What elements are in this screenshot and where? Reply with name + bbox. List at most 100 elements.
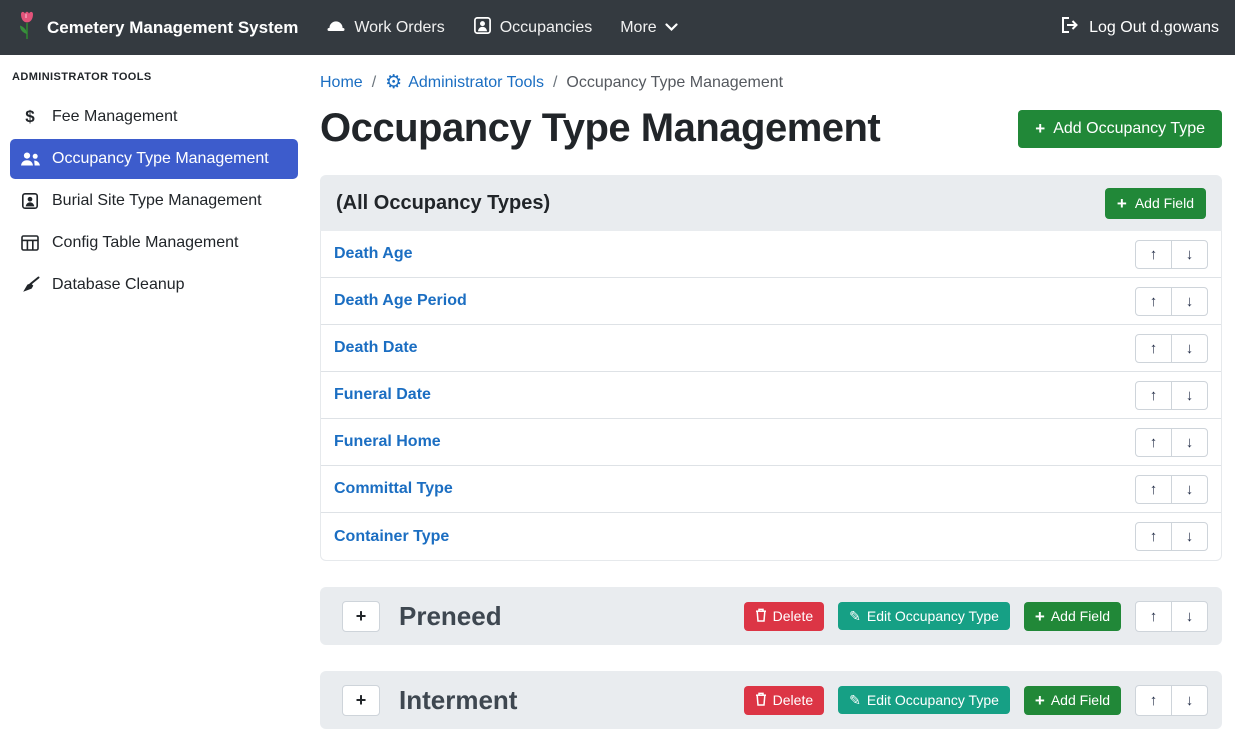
up-arrow-icon: ↑ bbox=[1150, 481, 1158, 498]
expand-section-button[interactable]: + bbox=[342, 601, 380, 632]
edit-occupancy-type-button[interactable]: ✎ Edit Occupancy Type bbox=[838, 686, 1010, 714]
move-down-button[interactable]: ↓ bbox=[1171, 522, 1208, 551]
move-up-button[interactable]: ↑ bbox=[1135, 522, 1172, 551]
nav-work-orders-label: Work Orders bbox=[354, 19, 444, 37]
move-up-button[interactable]: ↑ bbox=[1135, 428, 1172, 457]
nav-occupancies-label: Occupancies bbox=[500, 19, 593, 37]
sidebar: ADMINISTRATOR TOOLS $ Fee Management Occ… bbox=[0, 55, 308, 738]
logout-icon bbox=[1060, 16, 1080, 39]
breadcrumb-admin-tools-link[interactable]: ⚙ Administrator Tools bbox=[385, 73, 544, 92]
navbar-links: Work Orders Occupancies More bbox=[312, 8, 691, 48]
sidebar-item-fee-management[interactable]: $ Fee Management bbox=[10, 97, 298, 137]
reorder-buttons: ↑ ↓ bbox=[1135, 522, 1208, 551]
move-up-button[interactable]: ↑ bbox=[1135, 287, 1172, 316]
section-actions: Delete ✎ Edit Occupancy Type + Add Field… bbox=[744, 601, 1208, 632]
breadcrumb: Home / ⚙ Administrator Tools / Occupancy… bbox=[320, 73, 1222, 92]
burial-site-icon bbox=[19, 192, 41, 210]
nav-more-label: More bbox=[620, 19, 656, 37]
field-link[interactable]: Committal Type bbox=[334, 480, 453, 498]
add-field-button[interactable]: + Add Field bbox=[1105, 188, 1206, 219]
field-link[interactable]: Container Type bbox=[334, 528, 449, 546]
edit-occupancy-type-label: Edit Occupancy Type bbox=[867, 608, 999, 624]
top-navbar: Cemetery Management System Work Orders O… bbox=[0, 0, 1235, 55]
edit-occupancy-type-button[interactable]: ✎ Edit Occupancy Type bbox=[838, 602, 1010, 630]
section-add-field-button[interactable]: + Add Field bbox=[1024, 602, 1121, 631]
nav-occupancies[interactable]: Occupancies bbox=[459, 8, 607, 48]
sidebar-item-database-cleanup[interactable]: Database Cleanup bbox=[10, 265, 298, 305]
all-occupancy-types-title: (All Occupancy Types) bbox=[336, 192, 550, 215]
sidebar-item-occupancy-type-management[interactable]: Occupancy Type Management bbox=[10, 139, 298, 179]
expand-section-button[interactable]: + bbox=[342, 685, 380, 716]
chevron-down-icon bbox=[665, 19, 678, 37]
delete-button[interactable]: Delete bbox=[744, 686, 824, 715]
move-up-button[interactable]: ↑ bbox=[1135, 601, 1172, 632]
sidebar-item-label: Database Cleanup bbox=[52, 276, 185, 294]
move-down-button[interactable]: ↓ bbox=[1171, 240, 1208, 269]
dollar-icon: $ bbox=[19, 107, 41, 127]
main-content: Home / ⚙ Administrator Tools / Occupancy… bbox=[308, 55, 1235, 738]
field-link[interactable]: Death Age bbox=[334, 245, 413, 263]
move-up-button[interactable]: ↑ bbox=[1135, 685, 1172, 716]
section-title: Interment bbox=[399, 685, 517, 716]
occupancies-icon bbox=[473, 16, 492, 40]
section-actions: Delete ✎ Edit Occupancy Type + Add Field… bbox=[744, 685, 1208, 716]
field-list: Death Age ↑ ↓ Death Age Period ↑ ↓ bbox=[320, 231, 1222, 561]
move-down-button[interactable]: ↓ bbox=[1171, 685, 1208, 716]
up-arrow-icon: ↑ bbox=[1150, 246, 1158, 263]
move-down-button[interactable]: ↓ bbox=[1171, 601, 1208, 632]
reorder-buttons: ↑ ↓ bbox=[1135, 381, 1208, 410]
users-icon bbox=[19, 151, 41, 167]
logout-label: Log Out d.gowans bbox=[1089, 19, 1219, 37]
sidebar-heading: ADMINISTRATOR TOOLS bbox=[0, 61, 308, 95]
up-arrow-icon: ↑ bbox=[1150, 528, 1158, 545]
field-row: Death Age ↑ ↓ bbox=[321, 231, 1221, 278]
up-arrow-icon: ↑ bbox=[1150, 692, 1158, 709]
move-down-button[interactable]: ↓ bbox=[1171, 475, 1208, 504]
sidebar-item-config-table-management[interactable]: Config Table Management bbox=[10, 223, 298, 263]
down-arrow-icon: ↓ bbox=[1186, 340, 1194, 357]
sidebar-item-burial-site-type-management[interactable]: Burial Site Type Management bbox=[10, 181, 298, 221]
move-up-button[interactable]: ↑ bbox=[1135, 475, 1172, 504]
nav-more[interactable]: More bbox=[606, 11, 691, 45]
nav-work-orders[interactable]: Work Orders bbox=[312, 8, 458, 47]
move-down-button[interactable]: ↓ bbox=[1171, 287, 1208, 316]
move-up-button[interactable]: ↑ bbox=[1135, 240, 1172, 269]
field-link[interactable]: Funeral Home bbox=[334, 433, 441, 451]
section-add-field-button[interactable]: + Add Field bbox=[1024, 686, 1121, 715]
move-down-button[interactable]: ↓ bbox=[1171, 334, 1208, 363]
sidebar-item-label: Burial Site Type Management bbox=[52, 192, 262, 210]
down-arrow-icon: ↓ bbox=[1186, 387, 1194, 404]
table-icon bbox=[19, 235, 41, 251]
trash-icon bbox=[755, 608, 767, 625]
plus-icon: + bbox=[1035, 120, 1045, 137]
app-title: Cemetery Management System bbox=[47, 18, 298, 38]
field-link[interactable]: Death Age Period bbox=[334, 292, 467, 310]
edit-occupancy-type-label: Edit Occupancy Type bbox=[867, 692, 999, 708]
breadcrumb-home-link[interactable]: Home bbox=[320, 74, 363, 92]
trash-icon bbox=[755, 692, 767, 709]
add-occupancy-type-button[interactable]: + Add Occupancy Type bbox=[1018, 110, 1222, 148]
logout-button[interactable]: Log Out d.gowans bbox=[1060, 16, 1219, 39]
occupancy-type-section-interment: + Interment Delete ✎ Edit Occu bbox=[320, 671, 1222, 729]
move-down-button[interactable]: ↓ bbox=[1171, 381, 1208, 410]
breadcrumb-separator: / bbox=[553, 74, 557, 92]
down-arrow-icon: ↓ bbox=[1186, 481, 1194, 498]
field-link[interactable]: Funeral Date bbox=[334, 386, 431, 404]
plus-icon: + bbox=[1035, 608, 1045, 625]
move-down-button[interactable]: ↓ bbox=[1171, 428, 1208, 457]
gear-icon: ⚙ bbox=[385, 73, 402, 92]
down-arrow-icon: ↓ bbox=[1186, 608, 1194, 625]
reorder-buttons: ↑ ↓ bbox=[1135, 685, 1208, 716]
move-up-button[interactable]: ↑ bbox=[1135, 334, 1172, 363]
reorder-buttons: ↑ ↓ bbox=[1135, 601, 1208, 632]
move-up-button[interactable]: ↑ bbox=[1135, 381, 1172, 410]
up-arrow-icon: ↑ bbox=[1150, 340, 1158, 357]
pencil-icon: ✎ bbox=[849, 609, 861, 623]
field-link[interactable]: Death Date bbox=[334, 339, 418, 357]
breadcrumb-admin-tools-label: Administrator Tools bbox=[408, 74, 544, 92]
delete-button[interactable]: Delete bbox=[744, 602, 824, 631]
reorder-buttons: ↑ ↓ bbox=[1135, 475, 1208, 504]
breadcrumb-separator: / bbox=[372, 74, 376, 92]
all-occupancy-types-card: (All Occupancy Types) + Add Field Death … bbox=[320, 175, 1222, 561]
app-brand[interactable]: Cemetery Management System bbox=[16, 10, 298, 45]
